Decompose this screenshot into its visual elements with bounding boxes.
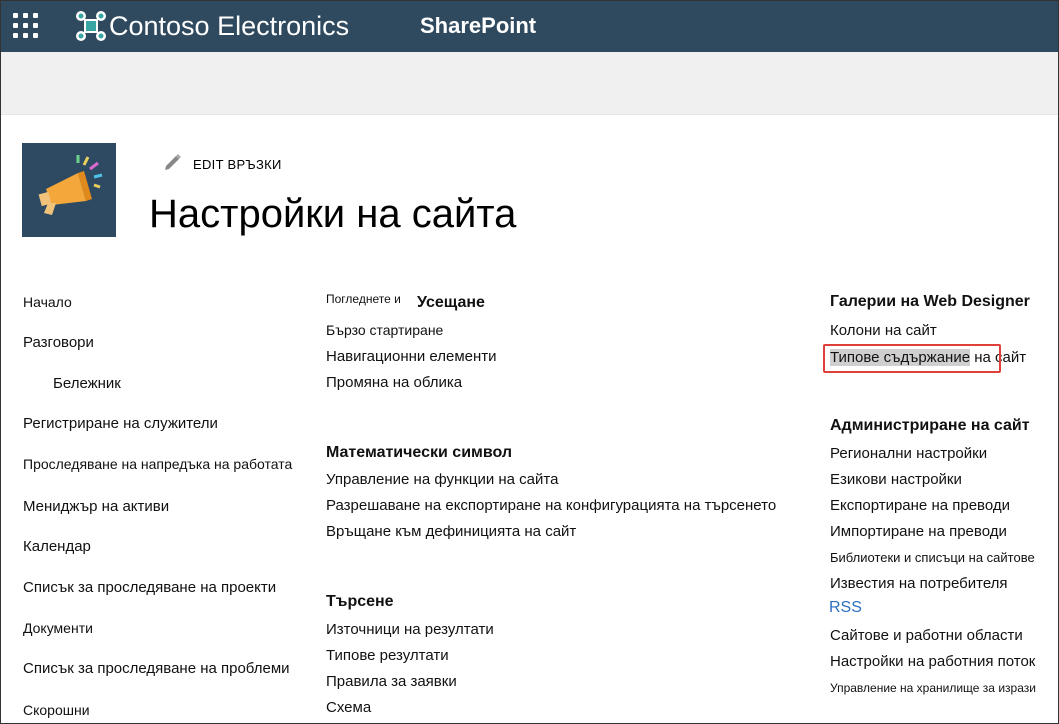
link-sites-and-workspaces[interactable]: Сайтове и работни области	[830, 627, 1023, 644]
highlight-box	[823, 344, 1001, 373]
nav-item-home[interactable]: Начало	[23, 294, 72, 310]
product-name[interactable]: SharePoint	[420, 13, 536, 39]
link-change-look[interactable]: Промяна на облика	[326, 374, 462, 391]
link-query-rules[interactable]: Правила за заявки	[326, 673, 457, 690]
link-regional-settings[interactable]: Регионални настройки	[830, 445, 987, 462]
pencil-icon	[165, 154, 181, 170]
suite-bar: Contoso Electronics SharePoint	[1, 1, 1058, 52]
link-user-alerts[interactable]: Известия на потребителя	[830, 575, 1008, 592]
nav-item-conversations[interactable]: Разговори	[23, 334, 94, 351]
app-launcher-icon[interactable]	[11, 11, 41, 41]
link-navigation-elements[interactable]: Навигационни елементи	[326, 348, 497, 365]
link-site-libraries-lists[interactable]: Библиотеки и списъци на сайтове	[830, 550, 1035, 565]
site-logo[interactable]	[22, 143, 116, 237]
nav-item-calendar[interactable]: Календар	[23, 538, 91, 555]
megaphone-icon	[38, 155, 103, 215]
nav-item-asset-manager[interactable]: Мениджър на активи	[23, 498, 169, 515]
link-quick-launch[interactable]: Бързо стартиране	[326, 322, 443, 338]
link-rss[interactable]: RSS	[829, 599, 862, 617]
page-frame: Contoso Electronics SharePoint EDIT ВРЪЗ…	[0, 0, 1059, 724]
link-enable-search-config-export[interactable]: Разрешаване на експортиране на конфигура…	[326, 497, 776, 514]
nav-item-issue-tracking[interactable]: Списък за проследяване на проблеми	[23, 660, 290, 677]
link-language-settings[interactable]: Езикови настройки	[830, 471, 962, 488]
link-result-sources[interactable]: Източници на резултати	[326, 621, 494, 638]
link-result-types[interactable]: Типове резултати	[326, 647, 449, 664]
site-admin-heading: Администриране на сайт	[830, 417, 1030, 434]
nav-item-recent[interactable]: Скорошни	[23, 702, 90, 718]
link-term-store-management[interactable]: Управление на хранилище за изрази	[830, 681, 1036, 695]
link-schema[interactable]: Схема	[326, 699, 371, 716]
search-heading: Търсене	[326, 593, 394, 610]
link-reset-to-site-definition[interactable]: Връщане към дефиницията на сайт	[326, 523, 576, 540]
link-workflow-settings[interactable]: Настройки на работния поток	[830, 653, 1035, 670]
edit-links-label: EDIT ВРЪЗКИ	[193, 157, 282, 172]
look-and-feel-heading: Усещане	[417, 294, 485, 311]
site-actions-heading: Математически символ	[326, 444, 513, 461]
link-manage-site-features[interactable]: Управление на функции на сайта	[326, 471, 558, 488]
web-designer-heading: Галерии на Web Designer	[830, 293, 1030, 310]
nav-item-project-tracking[interactable]: Списък за проследяване на проекти	[23, 579, 276, 596]
link-export-translations[interactable]: Експортиране на преводи	[830, 497, 1010, 514]
nav-item-documents[interactable]: Документи	[23, 620, 93, 636]
page-title: Настройки на сайта	[149, 192, 517, 236]
look-and-feel-prefix: Погледнете и	[326, 292, 401, 306]
contoso-logo-icon	[76, 11, 106, 41]
nav-item-notebook[interactable]: Бележник	[53, 375, 121, 392]
link-site-columns[interactable]: Колони на сайт	[830, 322, 937, 339]
brand-name[interactable]: Contoso Electronics	[109, 11, 349, 42]
link-import-translations[interactable]: Импортиране на преводи	[830, 523, 1007, 540]
command-bar	[1, 52, 1058, 115]
nav-item-employee-registration[interactable]: Регистриране на служители	[23, 415, 218, 432]
nav-item-work-progress[interactable]: Проследяване на напредъка на работата	[23, 456, 292, 472]
